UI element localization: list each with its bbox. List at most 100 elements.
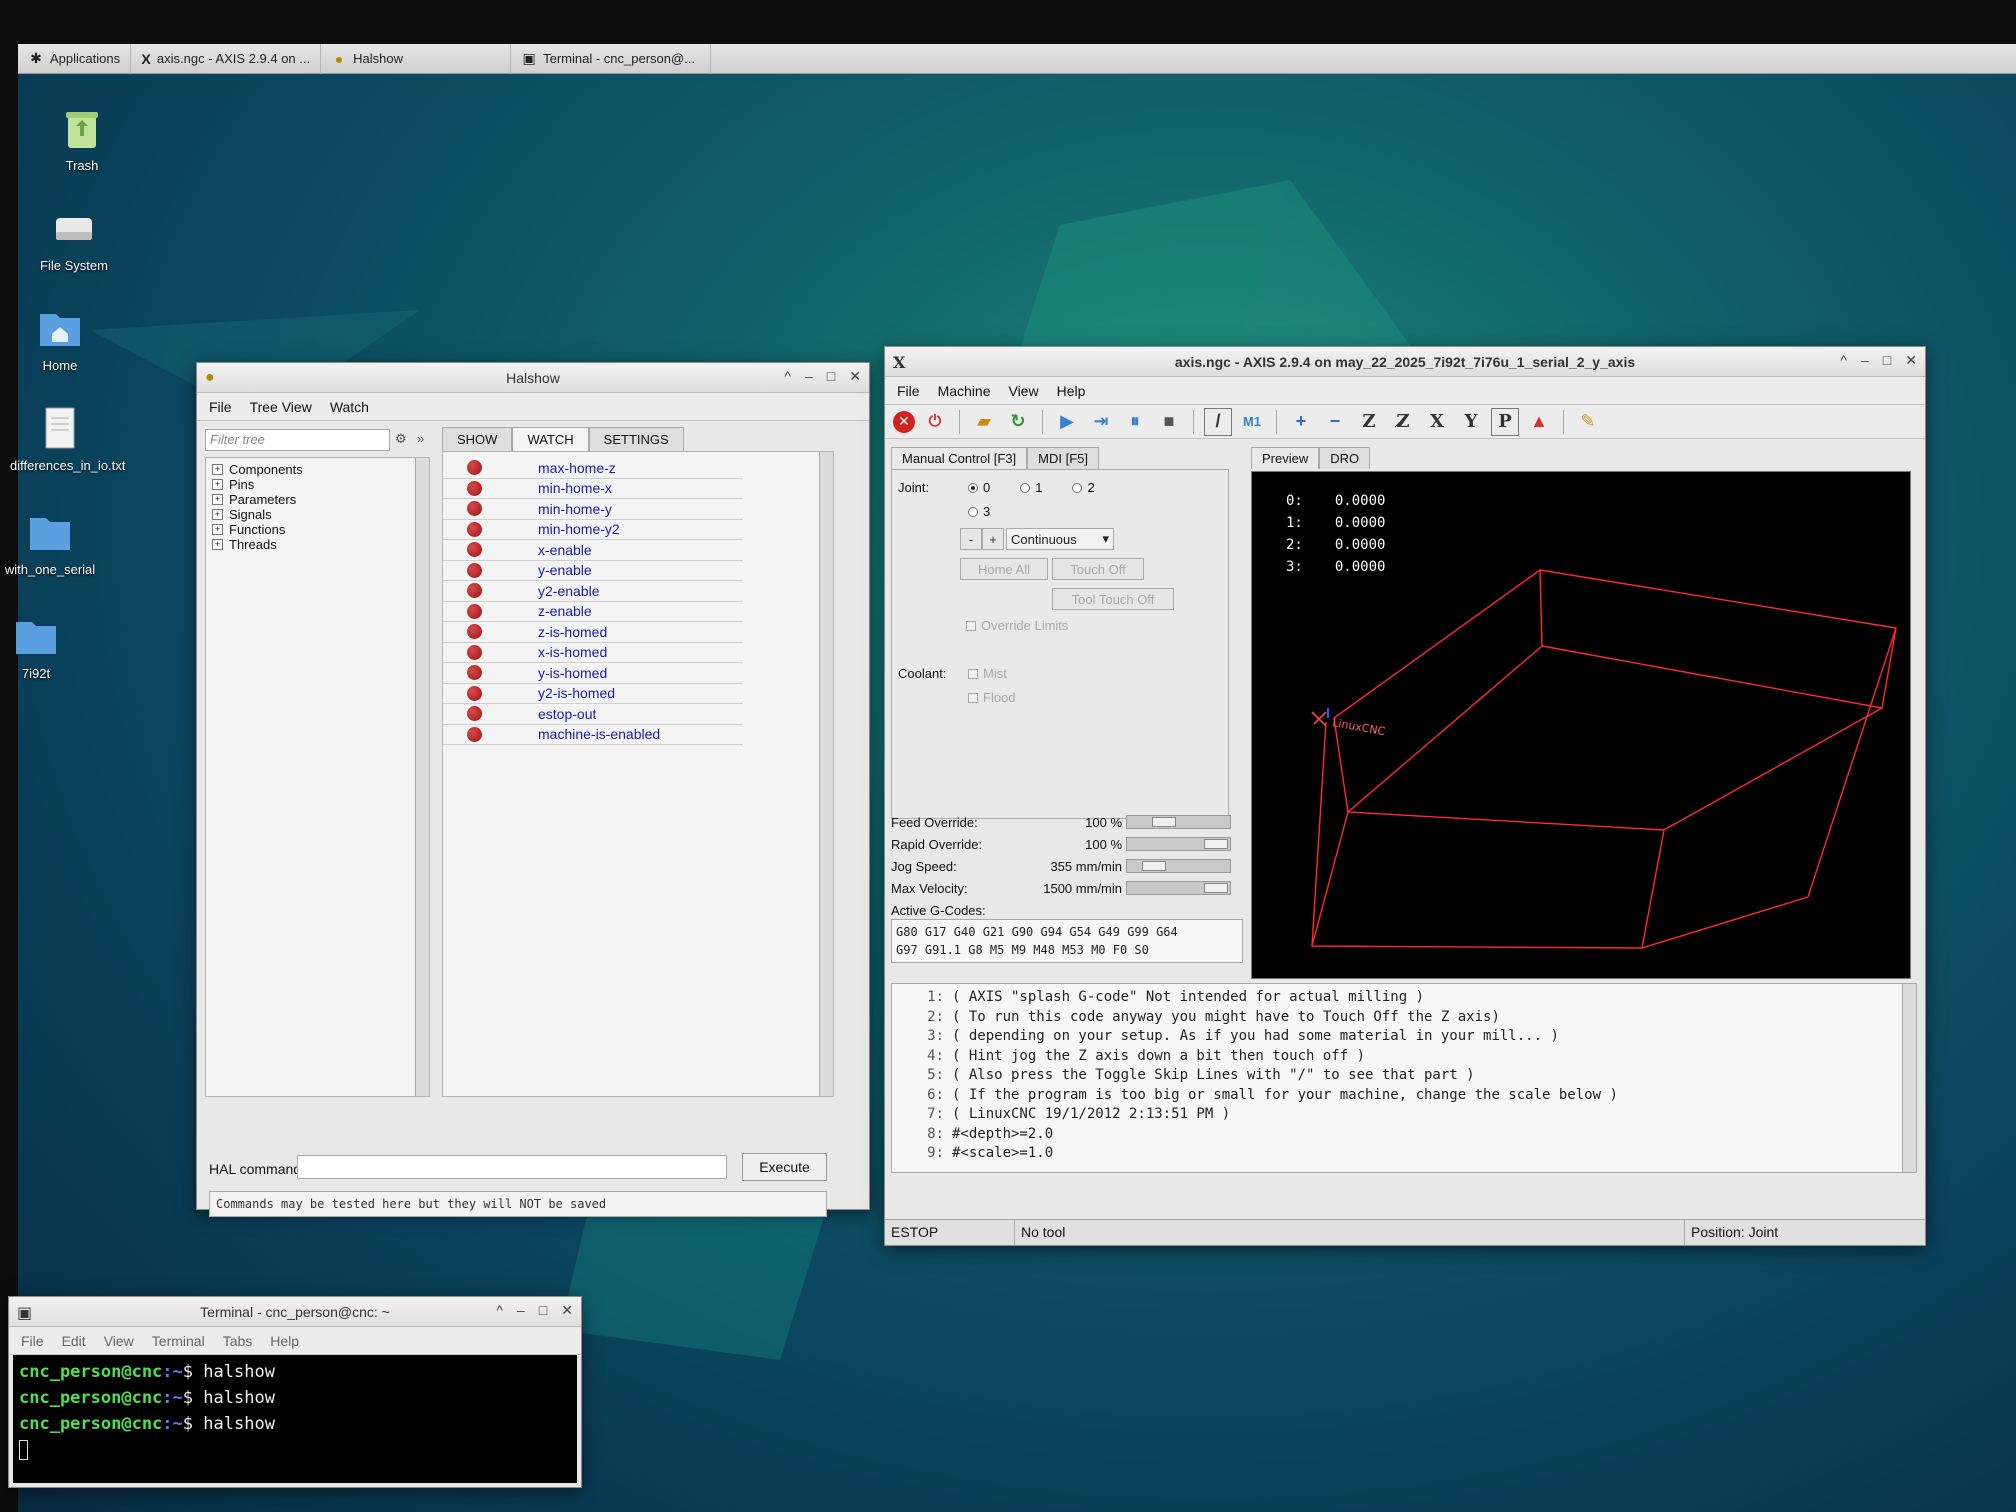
- touch-off-button[interactable]: Touch Off: [1052, 558, 1144, 580]
- menu-file[interactable]: File: [209, 399, 232, 415]
- joint-radio-1[interactable]: 1: [1020, 480, 1042, 495]
- maximize-up-icon[interactable]: ^: [784, 368, 791, 385]
- watch-row[interactable]: z-is-homed: [443, 622, 743, 643]
- menu-help[interactable]: Help: [1057, 383, 1086, 399]
- tab-settings[interactable]: SETTINGS: [588, 427, 684, 451]
- watch-row[interactable]: z-enable: [443, 602, 743, 622]
- hal-command-input[interactable]: [297, 1155, 727, 1179]
- desktop-icon-file-system[interactable]: File System: [14, 204, 134, 273]
- watch-row[interactable]: machine-is-enabled: [443, 725, 743, 745]
- watch-row[interactable]: x-is-homed: [443, 643, 743, 663]
- code-line[interactable]: 5: ( Also press the Toggle Skip Lines wit…: [892, 1066, 1916, 1086]
- mist-checkbox[interactable]: Mist: [968, 666, 1007, 681]
- view-x-icon[interactable]: X: [1423, 408, 1451, 436]
- tab-mdi[interactable]: MDI [F5]: [1027, 447, 1100, 469]
- zoom-out-icon[interactable]: −: [1321, 408, 1349, 436]
- minimize-icon[interactable]: –: [1861, 352, 1869, 369]
- menu-help[interactable]: Help: [270, 1333, 299, 1349]
- gcode-listing[interactable]: 1: ( AXIS "splash G-code" Not intended fo…: [891, 983, 1917, 1173]
- skip-lines-icon[interactable]: /: [1204, 407, 1232, 436]
- step-icon[interactable]: ⇥: [1087, 408, 1115, 436]
- expand-icon[interactable]: +: [212, 524, 223, 535]
- watch-row[interactable]: min-home-y2: [443, 520, 743, 540]
- close-icon[interactable]: ✕: [1905, 352, 1917, 369]
- menu-view[interactable]: View: [104, 1333, 134, 1349]
- max-velocity-slider[interactable]: [1126, 881, 1231, 895]
- menu-view[interactable]: View: [1008, 383, 1038, 399]
- open-file-icon[interactable]: ▰: [970, 408, 998, 436]
- slider-thumb[interactable]: [1204, 839, 1228, 849]
- tool-touch-off-button[interactable]: Tool Touch Off: [1052, 588, 1174, 610]
- terminal-output[interactable]: cnc_person@cnc:~$ halshow cnc_person@cnc…: [13, 1355, 577, 1483]
- jog-speed-slider[interactable]: [1126, 859, 1231, 873]
- filter-expand-button[interactable]: »: [417, 431, 424, 446]
- home-all-button[interactable]: Home All: [960, 558, 1048, 580]
- view-y-icon[interactable]: Y: [1457, 408, 1485, 436]
- maximize-icon[interactable]: □: [1883, 352, 1891, 369]
- tree-item-signals[interactable]: + Signals: [206, 507, 429, 522]
- desktop-icon-home[interactable]: Home: [0, 304, 120, 373]
- taskbar-terminal[interactable]: ▣ Terminal - cnc_person@...: [511, 43, 712, 74]
- watch-row[interactable]: x-enable: [443, 540, 743, 561]
- tree-item-threads[interactable]: + Threads: [206, 537, 429, 552]
- tab-preview[interactable]: Preview: [1251, 447, 1320, 469]
- tab-show[interactable]: SHOW: [442, 427, 513, 451]
- axis-titlebar[interactable]: X axis.ngc - AXIS 2.9.4 on may_22_2025_7…: [885, 347, 1925, 377]
- joint-radio-2[interactable]: 2: [1072, 480, 1095, 495]
- code-line[interactable]: 2: ( To run this code anyway you might ha…: [892, 1008, 1916, 1028]
- view-z-icon[interactable]: Z: [1355, 408, 1383, 436]
- code-line[interactable]: 6: ( If the program is too big or small f…: [892, 1086, 1916, 1106]
- slider-thumb[interactable]: [1142, 861, 1166, 871]
- filter-tree-input[interactable]: Filter tree: [205, 429, 390, 451]
- expand-icon[interactable]: +: [212, 464, 223, 475]
- jog-mode-select[interactable]: Continuous ▾: [1006, 528, 1114, 550]
- optional-stop-icon[interactable]: M1: [1238, 408, 1266, 436]
- desktop-icon-trash[interactable]: Trash: [22, 104, 142, 173]
- menu-watch[interactable]: Watch: [330, 399, 369, 415]
- close-icon[interactable]: ✕: [849, 368, 861, 385]
- listing-scrollbar[interactable]: [1902, 984, 1916, 1172]
- execute-button[interactable]: Execute: [742, 1153, 827, 1181]
- halshow-titlebar[interactable]: ● Halshow ^ – □ ✕: [197, 363, 869, 393]
- pause-icon[interactable]: ⏸: [1121, 408, 1149, 436]
- estop-icon[interactable]: ✕: [893, 410, 915, 433]
- minimize-icon[interactable]: –: [805, 368, 813, 385]
- jog-plus-button[interactable]: +: [982, 528, 1004, 550]
- watch-row[interactable]: estop-out: [443, 704, 743, 725]
- maximize-icon[interactable]: □: [539, 1302, 547, 1319]
- tree-item-functions[interactable]: + Functions: [206, 522, 429, 537]
- feed-override-slider[interactable]: [1126, 815, 1231, 829]
- clear-plot-icon[interactable]: ✎: [1574, 408, 1602, 436]
- maximize-icon[interactable]: □: [827, 368, 835, 385]
- watch-row[interactable]: min-home-y: [443, 499, 743, 520]
- menu-machine[interactable]: Machine: [938, 383, 991, 399]
- tab-manual-control[interactable]: Manual Control [F3]: [891, 447, 1028, 469]
- watch-row[interactable]: y-enable: [443, 561, 743, 581]
- menu-tree-view[interactable]: Tree View: [250, 399, 312, 415]
- expand-icon[interactable]: +: [212, 539, 223, 550]
- watch-row[interactable]: min-home-x: [443, 479, 743, 499]
- joint-radio-0[interactable]: 0: [968, 480, 990, 495]
- joint-radio-3[interactable]: 3: [968, 504, 990, 519]
- flood-checkbox[interactable]: Flood: [968, 690, 1016, 705]
- taskbar-halshow[interactable]: ● Halshow: [321, 43, 512, 74]
- maximize-up-icon[interactable]: ^: [1840, 352, 1847, 369]
- power-icon[interactable]: ⏻: [921, 408, 949, 436]
- desktop-icon-text-file[interactable]: differences_in_io.txt: [0, 404, 125, 473]
- menu-file[interactable]: File: [897, 383, 920, 399]
- filter-settings-icon[interactable]: ⚙: [395, 431, 407, 447]
- taskbar-axis[interactable]: X axis.ngc - AXIS 2.9.4 on ...: [131, 43, 322, 74]
- menu-terminal[interactable]: Terminal: [152, 1333, 205, 1349]
- zoom-in-icon[interactable]: +: [1287, 408, 1315, 436]
- expand-icon[interactable]: +: [212, 509, 223, 520]
- stop-icon[interactable]: ■: [1155, 408, 1183, 436]
- watch-row[interactable]: y2-is-homed: [443, 684, 743, 704]
- menu-file[interactable]: File: [21, 1333, 44, 1349]
- terminal-titlebar[interactable]: ▣ Terminal - cnc_person@cnc: ~ ^ – □ ✕: [9, 1297, 581, 1327]
- tab-watch[interactable]: WATCH: [512, 427, 589, 451]
- watch-scrollbar[interactable]: [819, 452, 833, 1096]
- tree-scrollbar[interactable]: [415, 458, 429, 1096]
- expand-icon[interactable]: +: [212, 494, 223, 505]
- code-line[interactable]: 9: #<scale>=1.0: [892, 1144, 1916, 1164]
- taskbar-applications[interactable]: ✱ Applications: [18, 43, 132, 74]
